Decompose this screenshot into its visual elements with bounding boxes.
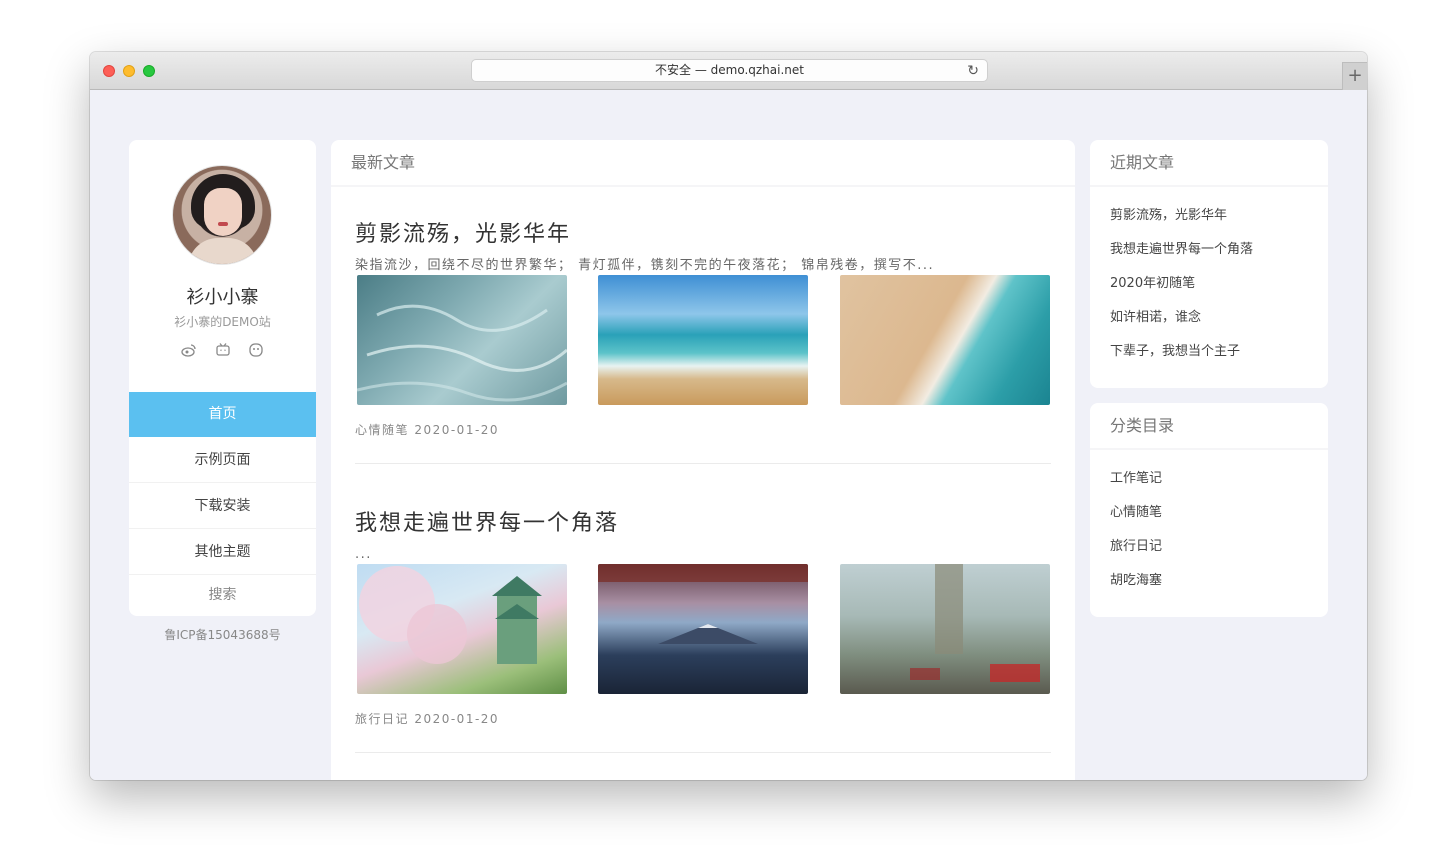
reload-icon[interactable]: ↻ bbox=[967, 61, 979, 82]
widget-title: 分类目录 bbox=[1090, 403, 1328, 450]
new-tab-button[interactable]: + bbox=[1342, 62, 1367, 90]
recent-post-link[interactable]: 如许相诺，谁念 bbox=[1110, 301, 1308, 335]
nav-item-other-themes[interactable]: 其他主题 bbox=[129, 529, 316, 575]
site-description: 衫小寨的DEMO站 bbox=[174, 315, 271, 329]
address-text: 不安全 — demo.qzhai.net bbox=[655, 63, 804, 77]
nav-item-sample-page[interactable]: 示例页面 bbox=[129, 437, 316, 483]
category-link[interactable]: 旅行日记 bbox=[1110, 530, 1308, 564]
category-link[interactable]: 工作笔记 bbox=[1110, 462, 1308, 496]
nav-item-search[interactable]: 搜索 bbox=[129, 575, 316, 615]
minimize-window-button[interactable] bbox=[123, 65, 135, 77]
categories-list: 工作笔记 心情随笔 旅行日记 胡吃海塞 bbox=[1090, 450, 1328, 598]
category-link[interactable]: 心情随笔 bbox=[1110, 496, 1308, 530]
page-viewport: 衫小小寨 衫小寨的DEMO站 首页 示例页面 下载安装 其他主题 搜索 鲁ICP… bbox=[90, 90, 1367, 780]
icp-record[interactable]: 鲁ICP备15043688号 bbox=[129, 626, 316, 643]
bilibili-icon[interactable] bbox=[215, 342, 231, 358]
categories-widget: 分类目录 工作笔记 心情随笔 旅行日记 胡吃海塞 bbox=[1090, 403, 1328, 617]
recent-post-link[interactable]: 下辈子，我想当个主子 bbox=[1110, 335, 1308, 369]
thumbnail-image[interactable] bbox=[598, 275, 808, 405]
post-excerpt: ... bbox=[355, 547, 372, 562]
thumbnail-image[interactable] bbox=[357, 564, 567, 694]
widget-title: 近期文章 bbox=[1090, 140, 1328, 187]
post-thumbnails bbox=[357, 275, 1050, 405]
social-links bbox=[129, 342, 316, 362]
thumbnail-image[interactable] bbox=[357, 275, 567, 405]
post-meta[interactable]: 旅行日记 2020-01-20 bbox=[355, 710, 499, 727]
post-divider bbox=[355, 463, 1051, 464]
post-card: 剪影流殇，光影华年 染指流沙，回绕不尽的世界繁华； 青灯孤伴，镌刻不完的午夜落花… bbox=[355, 220, 1051, 464]
post-meta[interactable]: 心情随笔 2020-01-20 bbox=[355, 421, 499, 438]
recent-posts-list: 剪影流殇，光影华年 我想走遍世界每一个角落 2020年初随笔 如许相诺，谁念 下… bbox=[1090, 187, 1328, 369]
recent-posts-widget: 近期文章 剪影流殇，光影华年 我想走遍世界每一个角落 2020年初随笔 如许相诺… bbox=[1090, 140, 1328, 388]
avatar[interactable] bbox=[172, 165, 272, 265]
thumbnail-image[interactable] bbox=[840, 275, 1050, 405]
thumbnail-image[interactable] bbox=[598, 564, 808, 694]
post-title[interactable]: 我想走遍世界每一个角落 bbox=[355, 509, 1051, 539]
recent-post-link[interactable]: 剪影流殇，光影华年 bbox=[1110, 199, 1308, 233]
category-link[interactable]: 胡吃海塞 bbox=[1110, 564, 1308, 598]
thumbnail-image[interactable] bbox=[840, 564, 1050, 694]
browser-titlebar: 不安全 — demo.qzhai.net ↻ + bbox=[90, 52, 1367, 90]
qq-icon[interactable] bbox=[248, 342, 264, 358]
nav-item-home[interactable]: 首页 bbox=[129, 392, 316, 437]
nav-item-download[interactable]: 下载安装 bbox=[129, 483, 316, 529]
profile-card: 衫小小寨 衫小寨的DEMO站 首页 示例页面 下载安装 其他主题 搜索 bbox=[129, 140, 316, 616]
close-window-button[interactable] bbox=[103, 65, 115, 77]
post-title[interactable]: 剪影流殇，光影华年 bbox=[355, 220, 1051, 250]
recent-post-link[interactable]: 2020年初随笔 bbox=[1110, 267, 1308, 301]
section-title: 最新文章 bbox=[331, 140, 1075, 187]
zoom-window-button[interactable] bbox=[143, 65, 155, 77]
main-content: 最新文章 剪影流殇，光影华年 染指流沙，回绕不尽的世界繁华； 青灯孤伴，镌刻不完… bbox=[331, 140, 1075, 780]
weibo-icon[interactable] bbox=[181, 342, 197, 358]
browser-window: 不安全 — demo.qzhai.net ↻ + 衫小小寨 衫小寨的DEMO站 bbox=[90, 52, 1367, 780]
post-excerpt: 染指流沙，回绕不尽的世界繁华； 青灯孤伴，镌刻不完的午夜落花； 锦帛残卷，撰写不… bbox=[355, 258, 935, 273]
main-nav: 首页 示例页面 下载安装 其他主题 搜索 bbox=[129, 392, 316, 615]
site-name[interactable]: 衫小小寨 bbox=[129, 283, 316, 309]
address-bar[interactable]: 不安全 — demo.qzhai.net ↻ bbox=[471, 59, 988, 82]
post-thumbnails bbox=[357, 564, 1050, 694]
post-card: 我想走遍世界每一个角落 ... 旅行日记 2020-01-20 bbox=[355, 509, 1051, 753]
recent-post-link[interactable]: 我想走遍世界每一个角落 bbox=[1110, 233, 1308, 267]
post-divider bbox=[355, 752, 1051, 753]
